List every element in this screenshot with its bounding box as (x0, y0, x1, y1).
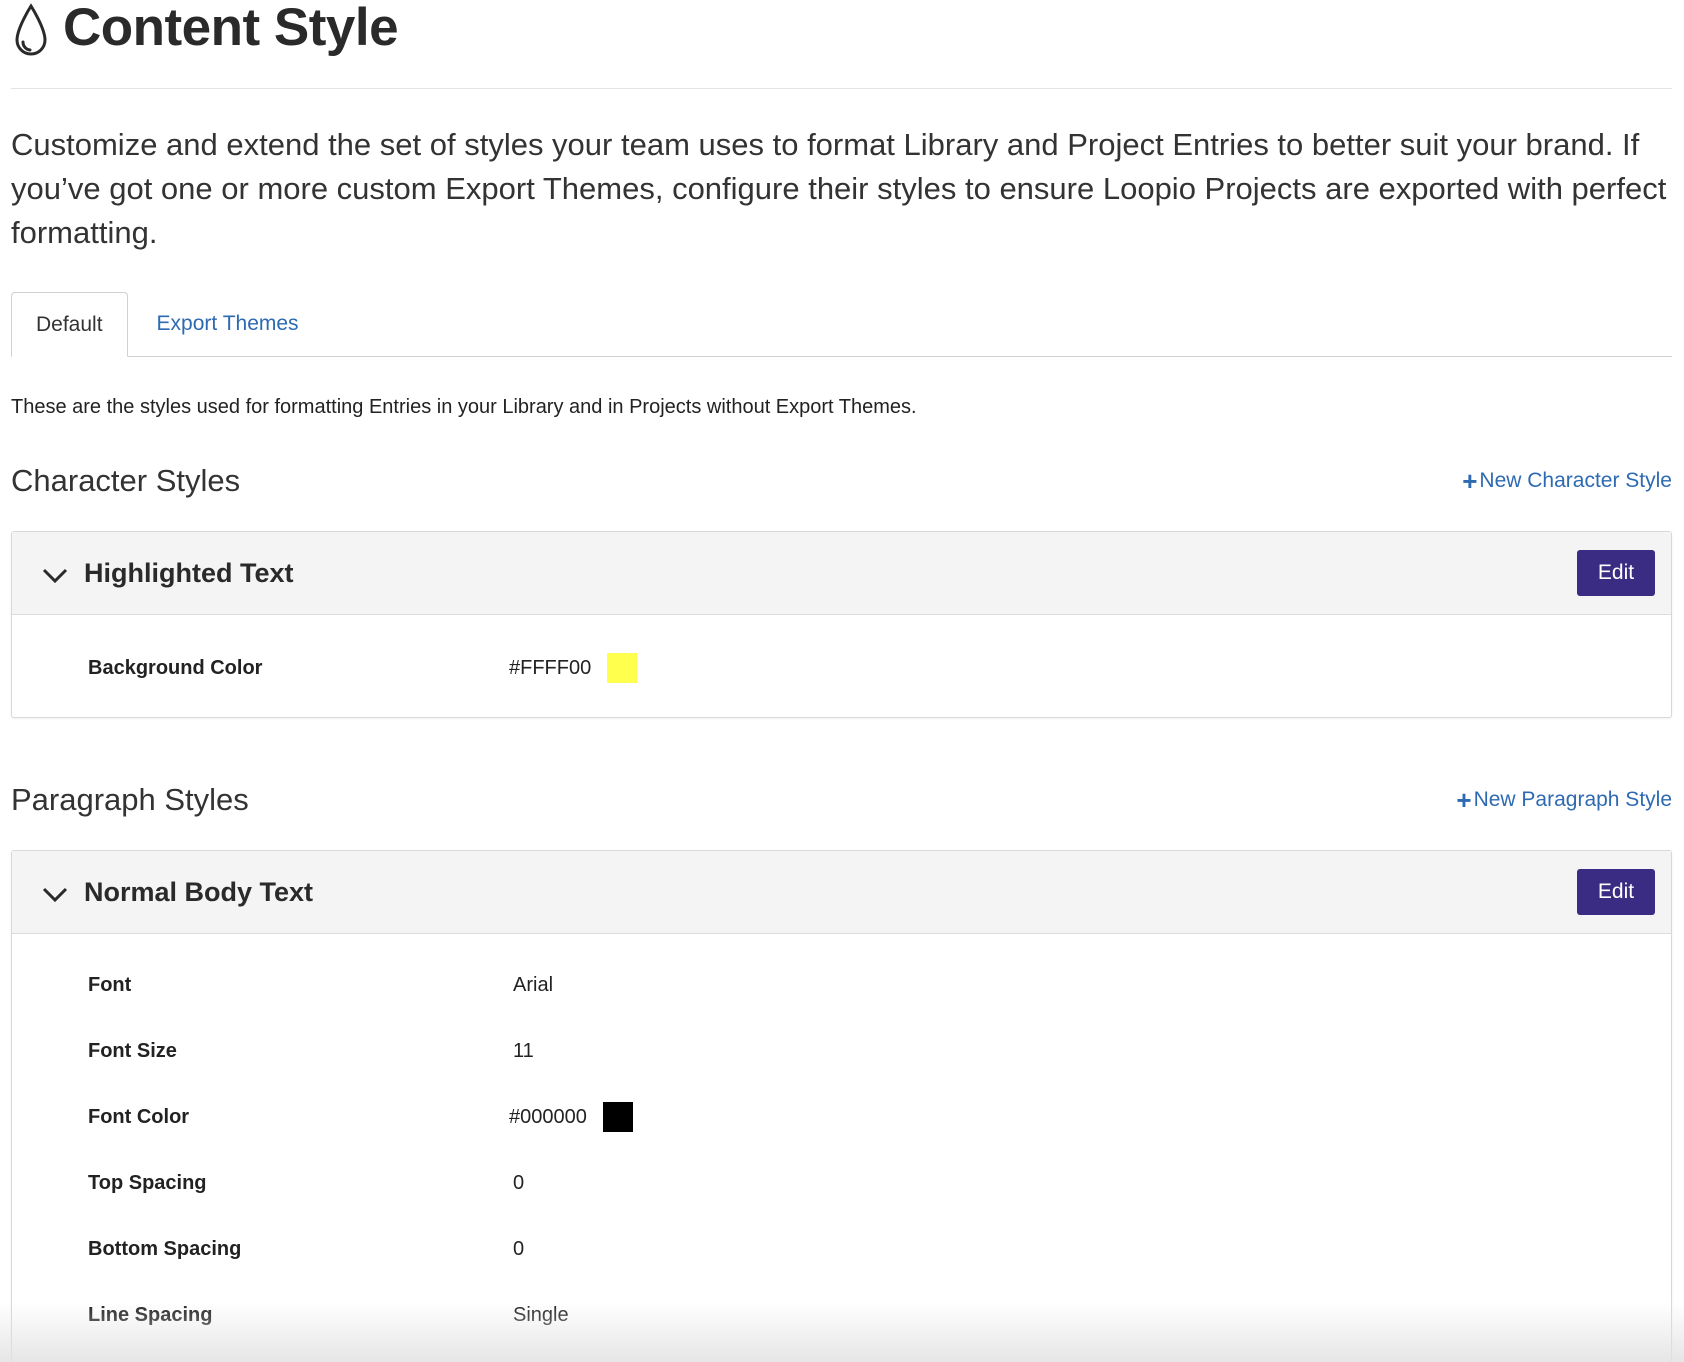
plus-icon: + (1462, 466, 1478, 496)
chevron-down-icon[interactable] (42, 887, 68, 903)
new-character-style-label: New Character Style (1479, 469, 1672, 492)
property-label: Top Spacing (88, 1171, 207, 1194)
color-swatch (602, 1102, 633, 1132)
tab-description: These are the styles used for formatting… (11, 396, 917, 418)
edit-button[interactable]: Edit (1577, 869, 1655, 915)
style-properties: Background Color #FFFF00 (12, 615, 1671, 717)
property-row: Bottom Spacing 0 (12, 1216, 1671, 1282)
property-value: 11 (513, 1039, 534, 1062)
new-paragraph-style-label: New Paragraph Style (1473, 788, 1672, 811)
property-row: Font Size 11 (12, 1018, 1671, 1084)
drop-icon (15, 3, 47, 56)
style-name: Highlighted Text (84, 557, 294, 588)
page-title: Content Style (63, 0, 399, 57)
tab-bar: Default Export Themes (11, 292, 1672, 357)
style-card-header[interactable]: Normal Body Text Edit (12, 851, 1671, 934)
plus-icon: + (1456, 785, 1472, 815)
property-value: #000000 (509, 1102, 633, 1132)
character-styles-heading: Character Styles (11, 463, 241, 498)
style-card-title: Highlighted Text (42, 558, 294, 589)
style-card-normal-body-text: Normal Body Text Edit Font Arial Font Si… (11, 850, 1672, 1362)
property-row: Line Spacing Single (12, 1282, 1671, 1348)
property-value: Arial (513, 973, 554, 996)
property-label: Background Color (88, 656, 263, 679)
character-styles-header: Character Styles + New Character Style (11, 463, 1672, 499)
property-value: Single (513, 1303, 569, 1326)
tab-default[interactable]: Default (11, 292, 128, 357)
chevron-down-icon[interactable] (42, 568, 68, 584)
property-row: Background Color #FFFF00 (12, 635, 1671, 701)
content-style-page: Content Style Customize and extend the s… (0, 0, 1684, 1362)
property-row: Font Color #000000 (12, 1084, 1671, 1150)
new-character-style-link[interactable]: + New Character Style (1462, 468, 1672, 494)
color-swatch (607, 653, 638, 683)
property-label: Bottom Spacing (88, 1237, 242, 1260)
property-value: 0 (513, 1171, 525, 1194)
page-intro: Customize and extend the set of styles y… (11, 127, 1667, 250)
edit-button[interactable]: Edit (1577, 550, 1655, 596)
style-card-highlighted-text: Highlighted Text Edit Background Color #… (11, 531, 1672, 718)
tab-export-themes[interactable]: Export Themes (128, 292, 323, 356)
property-row: Top Spacing 0 (12, 1150, 1671, 1216)
font-color-value: #000000 (509, 1105, 587, 1128)
style-card-title: Normal Body Text (42, 877, 313, 908)
property-label: Font Color (88, 1105, 190, 1128)
paragraph-styles-header: Paragraph Styles + New Paragraph Style (11, 782, 1672, 818)
property-label: Font Size (88, 1039, 177, 1062)
property-row: Font Arial (12, 952, 1671, 1018)
property-value: #FFFF00 (509, 653, 638, 683)
style-card-header[interactable]: Highlighted Text Edit (12, 532, 1671, 615)
style-properties: Font Arial Font Size 11 Font Color #0000… (12, 934, 1671, 1362)
new-paragraph-style-link[interactable]: + New Paragraph Style (1456, 787, 1672, 813)
property-label: Font (88, 973, 132, 996)
property-value: 0 (513, 1237, 525, 1260)
style-name: Normal Body Text (84, 876, 314, 907)
property-label: Line Spacing (88, 1303, 213, 1326)
background-color-value: #FFFF00 (509, 656, 592, 679)
paragraph-styles-heading: Paragraph Styles (11, 782, 249, 817)
page-header: Content Style (11, 0, 1672, 89)
